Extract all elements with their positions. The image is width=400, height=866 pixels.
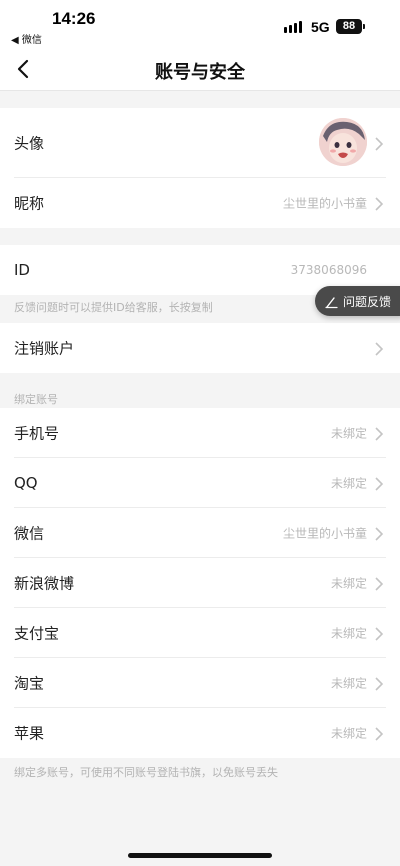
chevron-right-icon (374, 626, 384, 641)
avatar[interactable] (319, 118, 367, 166)
bind-account-label: 新浪微博 (14, 574, 75, 593)
home-indicator (128, 853, 272, 858)
bind-account-row[interactable]: 微信 尘世里的小书童 (0, 508, 400, 558)
bind-account-row[interactable]: 苹果 未绑定 (0, 708, 400, 758)
cancel-account-label: 注销账户 (14, 339, 75, 358)
nav-bar: 账号与安全 (0, 48, 400, 91)
profile-group: 头像 昵称 尘世里的小书童 (0, 108, 400, 228)
bind-section-header: 绑定账号 (14, 393, 58, 406)
nickname-row[interactable]: 昵称 尘世里的小书童 (0, 178, 400, 228)
status-bar: 14:26 ◀ 微信 5G 88 (0, 0, 400, 48)
status-time: 14:26 (52, 9, 96, 28)
feedback-button[interactable]: 问题反馈 (315, 286, 400, 316)
network-type: 5G (311, 19, 330, 35)
bind-account-status: 未绑定 (330, 676, 367, 691)
bind-account-row[interactable]: QQ 未绑定 (0, 458, 400, 508)
bind-account-row[interactable]: 淘宝 未绑定 (0, 658, 400, 708)
cancel-account-row[interactable]: 注销账户 (0, 323, 400, 373)
bind-account-label: 微信 (14, 524, 45, 543)
bind-account-label: QQ (14, 474, 38, 492)
bind-account-row[interactable]: 手机号 未绑定 (0, 408, 400, 458)
id-value[interactable]: 3738068096 (291, 263, 367, 277)
bind-account-status: 尘世里的小书童 (282, 526, 367, 541)
chevron-right-icon (374, 341, 384, 356)
back-to-app-link[interactable]: ◀ 微信 (11, 31, 42, 46)
chevron-right-icon (374, 476, 384, 491)
bind-footer-note: 绑定多账号，可使用不同账号登陆书旗，以免账号丢失 (14, 766, 278, 779)
id-label: ID (14, 261, 30, 279)
bind-account-status: 未绑定 (330, 426, 367, 441)
chevron-right-icon (374, 196, 384, 211)
bind-account-row[interactable]: 支付宝 未绑定 (0, 608, 400, 658)
bind-account-status: 未绑定 (330, 576, 367, 591)
bind-account-label: 手机号 (14, 424, 60, 443)
bind-account-status: 未绑定 (330, 476, 367, 491)
nickname-label: 昵称 (14, 194, 45, 213)
avatar-row[interactable]: 头像 (0, 108, 400, 178)
chevron-right-icon (374, 526, 384, 541)
chevron-right-icon (374, 576, 384, 591)
nickname-value: 尘世里的小书童 (282, 196, 367, 211)
chevron-right-icon (374, 136, 384, 151)
bind-account-label: 苹果 (14, 724, 45, 743)
feedback-label: 问题反馈 (343, 295, 392, 309)
signal-icon (284, 19, 304, 33)
edit-icon (325, 294, 339, 309)
bind-account-status: 未绑定 (330, 626, 367, 641)
battery-icon: 88 (336, 19, 362, 34)
bind-account-row[interactable]: 新浪微博 未绑定 (0, 558, 400, 608)
bind-accounts-group: 手机号 未绑定 QQ 未绑定 微信 尘世里的小书童 新浪微博 未绑定 支付宝 未绑定 淘宝 未绑定 苹果… (0, 408, 400, 758)
bind-account-label: 淘宝 (14, 674, 45, 693)
avatar-label: 头像 (14, 134, 45, 153)
page-title: 账号与安全 (155, 62, 245, 83)
battery-tip (363, 24, 365, 29)
chevron-right-icon (374, 726, 384, 741)
chevron-right-icon (374, 426, 384, 441)
id-note: 反馈问题时可以提供ID给客服，长按复制 (14, 301, 213, 314)
chevron-right-icon (374, 676, 384, 691)
cancel-account-group: 注销账户 (0, 323, 400, 373)
bind-account-status: 未绑定 (330, 726, 367, 741)
bind-account-label: 支付宝 (14, 624, 60, 643)
